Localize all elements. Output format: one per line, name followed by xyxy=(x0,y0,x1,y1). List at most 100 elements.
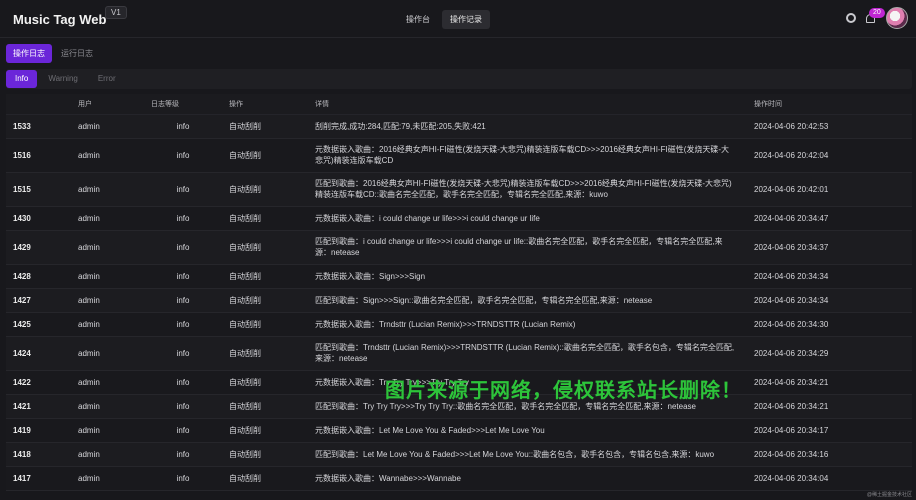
cell-action: 自动刮削 xyxy=(222,418,308,443)
tab-run-log[interactable]: 运行日志 xyxy=(54,44,100,63)
cell-action: 自动刮削 xyxy=(222,172,308,207)
cell-user: admin xyxy=(71,138,144,173)
cell-user: admin xyxy=(71,288,144,313)
cell-id: 1419 xyxy=(6,418,71,443)
cell-action: 自动刮削 xyxy=(222,312,308,337)
top-bar: Music Tag Web V1 操作台 操作记录 20 xyxy=(0,0,916,38)
cell-level: info xyxy=(144,370,222,395)
cell-action: 自动刮削 xyxy=(222,466,308,491)
tab-info[interactable]: Info xyxy=(6,70,38,88)
cell-detail: 匹配到歌曲：Trndsttr (Lucian Remix)>>>TRNDSTTR… xyxy=(308,336,747,371)
cell-id: 1516 xyxy=(6,138,71,173)
cell-user: admin xyxy=(71,312,144,337)
log-table: 用户 日志等级 操作 详情 操作时间 1533 admin info 自动刮削 刮削完成… xyxy=(6,94,912,491)
table-row: 1533 admin info 自动刮削 刮削完成,成功:284,匹配:79,未匹配:2… xyxy=(6,114,912,139)
table-row: 1516 admin info 自动刮削 元数据嵌入歌曲：2016经典女声HI-FI磁性… xyxy=(6,138,912,173)
cell-user: admin xyxy=(71,264,144,289)
cell-level: info xyxy=(144,230,222,265)
cell-action: 自动刮削 xyxy=(222,264,308,289)
log-type-tabs: 操作日志 运行日志 xyxy=(6,44,100,63)
cell-time: 2024-04-06 20:42:04 xyxy=(747,138,912,173)
cell-action: 自动刮削 xyxy=(222,206,308,231)
cell-detail: 元数据嵌入歌曲：Wannabe>>>Wannabe xyxy=(308,466,747,491)
cell-level: info xyxy=(144,206,222,231)
cell-user: admin xyxy=(71,466,144,491)
main-nav: 操作台 操作记录 xyxy=(398,10,490,29)
cell-level: info xyxy=(144,114,222,139)
cell-detail: 匹配到歌曲：2016经典女声HI-FI磁性(发烧天碟-大悲咒)精装连版车载CD>… xyxy=(308,172,747,207)
cell-time: 2024-04-06 20:34:21 xyxy=(747,370,912,395)
cell-id: 1422 xyxy=(6,370,71,395)
table-row: 1424 admin info 自动刮削 匹配到歌曲：Trndsttr (Lucian … xyxy=(6,336,912,371)
cell-time: 2024-04-06 20:42:53 xyxy=(747,114,912,139)
table-row: 1430 admin info 自动刮削 元数据嵌入歌曲：i could change … xyxy=(6,206,912,231)
col-header-time: 操作时间 xyxy=(747,94,912,115)
nav-console[interactable]: 操作台 xyxy=(398,10,438,29)
cell-id: 1418 xyxy=(6,442,71,467)
cell-level: info xyxy=(144,172,222,207)
table-row: 1421 admin info 自动刮削 匹配到歌曲：Try Try Try>>>Try… xyxy=(6,394,912,419)
cell-user: admin xyxy=(71,442,144,467)
cell-user: admin xyxy=(71,114,144,139)
cell-id: 1429 xyxy=(6,230,71,265)
top-icons: 20 xyxy=(846,7,908,29)
notification-button[interactable]: 20 xyxy=(865,8,885,25)
cell-action: 自动刮削 xyxy=(222,394,308,419)
table-body: 1533 admin info 自动刮削 刮削完成,成功:284,匹配:79,未匹配:2… xyxy=(6,114,912,491)
cell-action: 自动刮削 xyxy=(222,114,308,139)
cell-id: 1515 xyxy=(6,172,71,207)
cell-level: info xyxy=(144,442,222,467)
cell-action: 自动刮削 xyxy=(222,336,308,371)
cell-level: info xyxy=(144,288,222,313)
cell-detail: 匹配到歌曲：Try Try Try>>>Try Try Try::歌曲名完全匹配… xyxy=(308,394,747,419)
table-row: 1422 admin info 自动刮削 元数据嵌入歌曲：Try Try Try>>>T… xyxy=(6,370,912,395)
cell-level: info xyxy=(144,418,222,443)
tab-operation-log[interactable]: 操作日志 xyxy=(6,44,52,63)
table-row: 1429 admin info 自动刮削 匹配到歌曲：i could change ur… xyxy=(6,230,912,265)
cell-time: 2024-04-06 20:34:17 xyxy=(747,418,912,443)
cell-user: admin xyxy=(71,418,144,443)
cell-detail: 匹配到歌曲：Sign>>>Sign::歌曲名完全匹配，歌手名完全匹配，专辑名完全… xyxy=(308,288,747,313)
cell-time: 2024-04-06 20:34:37 xyxy=(747,230,912,265)
cell-time: 2024-04-06 20:42:01 xyxy=(747,172,912,207)
cell-level: info xyxy=(144,394,222,419)
cell-detail: 元数据嵌入歌曲：i could change ur life>>>i could… xyxy=(308,206,747,231)
cell-id: 1424 xyxy=(6,336,71,371)
col-header-detail: 详情 xyxy=(308,94,747,115)
cell-level: info xyxy=(144,312,222,337)
cell-time: 2024-04-06 20:34:30 xyxy=(747,312,912,337)
cell-level: info xyxy=(144,466,222,491)
cell-id: 1533 xyxy=(6,114,71,139)
col-header-action: 操作 xyxy=(222,94,308,115)
cell-time: 2024-04-06 20:34:47 xyxy=(747,206,912,231)
cell-id: 1425 xyxy=(6,312,71,337)
footer-mark: @稀土掘金技术社区 xyxy=(866,492,912,498)
theme-toggle-icon[interactable] xyxy=(846,13,856,23)
avatar[interactable] xyxy=(886,7,908,29)
cell-user: admin xyxy=(71,336,144,371)
cell-id: 1428 xyxy=(6,264,71,289)
cell-detail: 刮削完成,成功:284,匹配:79,未匹配:205,失败:421 xyxy=(308,114,747,139)
cell-user: admin xyxy=(71,230,144,265)
cell-detail: 元数据嵌入歌曲：Trndsttr (Lucian Remix)>>>TRNDST… xyxy=(308,312,747,337)
cell-id: 1421 xyxy=(6,394,71,419)
cell-action: 自动刮削 xyxy=(222,230,308,265)
cell-detail: 元数据嵌入歌曲：Let Me Love You & Faded>>>Let Me… xyxy=(308,418,747,443)
tab-error[interactable]: Error xyxy=(89,70,125,88)
table-row: 1428 admin info 自动刮削 元数据嵌入歌曲：Sign>>>Sign 2024… xyxy=(6,264,912,289)
cell-action: 自动刮削 xyxy=(222,442,308,467)
table-row: 1425 admin info 自动刮削 元数据嵌入歌曲：Trndsttr (Lucia… xyxy=(6,312,912,337)
cell-detail: 元数据嵌入歌曲：Try Try Try>>>Try Try Try xyxy=(308,370,747,395)
app-title: Music Tag Web xyxy=(13,12,107,27)
cell-time: 2024-04-06 20:34:34 xyxy=(747,288,912,313)
cell-user: admin xyxy=(71,206,144,231)
table-row: 1419 admin info 自动刮削 元数据嵌入歌曲：Let Me Love You… xyxy=(6,418,912,443)
cell-time: 2024-04-06 20:34:04 xyxy=(747,466,912,491)
cell-level: info xyxy=(144,264,222,289)
cell-time: 2024-04-06 20:34:16 xyxy=(747,442,912,467)
tab-warning[interactable]: Warning xyxy=(39,70,87,88)
cell-action: 自动刮削 xyxy=(222,138,308,173)
cell-id: 1427 xyxy=(6,288,71,313)
nav-operation-records[interactable]: 操作记录 xyxy=(442,10,490,29)
cell-time: 2024-04-06 20:34:29 xyxy=(747,336,912,371)
